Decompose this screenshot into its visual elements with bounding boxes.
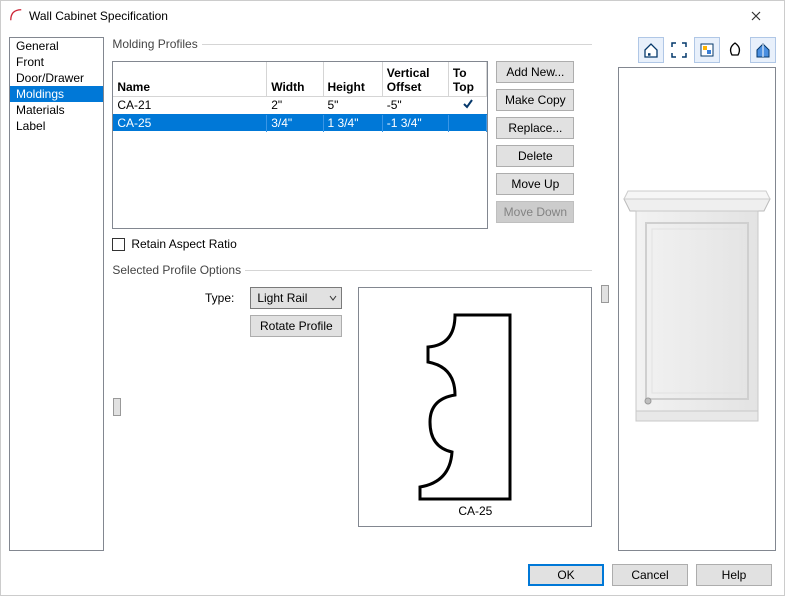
sidebar-item-materials[interactable]: Materials <box>10 102 103 118</box>
make-copy-button[interactable]: Make Copy <box>496 89 574 111</box>
type-label: Type: <box>205 291 234 305</box>
table-row[interactable]: CA-25 3/4" 1 3/4" -1 3/4" <box>113 114 487 131</box>
add-new-button[interactable]: Add New... <box>496 61 574 83</box>
sidebar-item-general[interactable]: General <box>10 38 103 54</box>
help-button[interactable]: Help <box>696 564 772 586</box>
selected-profile-legend: Selected Profile Options <box>112 263 245 277</box>
cancel-button[interactable]: Cancel <box>612 564 688 586</box>
replace-button[interactable]: Replace... <box>496 117 574 139</box>
sidebar-item-moldings[interactable]: Moldings <box>10 86 103 102</box>
profile-shape-icon <box>380 307 570 507</box>
col-totop[interactable]: To Top <box>448 62 487 96</box>
view-color-icon[interactable] <box>694 37 720 63</box>
sidebar-item-door-drawer[interactable]: Door/Drawer <box>10 70 103 86</box>
move-down-button: Move Down <box>496 201 574 223</box>
col-name[interactable]: Name <box>113 62 266 96</box>
sidebar-item-label[interactable]: Label <box>10 118 103 134</box>
window-title: Wall Cabinet Specification <box>29 9 168 23</box>
preview-toolbar <box>618 37 776 63</box>
rotate-profile-button[interactable]: Rotate Profile <box>250 315 342 337</box>
molding-profiles-group: Molding Profiles Name Width Height Verti… <box>112 37 592 263</box>
left-slider[interactable] <box>112 287 122 527</box>
view-fullextent-icon[interactable] <box>666 37 692 63</box>
view-standard-icon[interactable] <box>638 37 664 63</box>
molding-profiles-legend: Molding Profiles <box>112 37 201 51</box>
cabinet-3d-preview[interactable] <box>618 67 776 551</box>
profile-preview: CA-25 <box>358 287 592 527</box>
check-icon <box>448 96 487 114</box>
selected-profile-options-group: Selected Profile Options Type: Light Rai… <box>112 263 592 533</box>
profile-preview-label: CA-25 <box>458 504 492 518</box>
right-slider[interactable] <box>600 285 610 303</box>
move-up-button[interactable]: Move Up <box>496 173 574 195</box>
delete-button[interactable]: Delete <box>496 145 574 167</box>
col-voffset[interactable]: Vertical Offset <box>382 62 448 96</box>
view-plan-icon[interactable] <box>750 37 776 63</box>
profiles-table[interactable]: Name Width Height Vertical Offset To Top… <box>112 61 488 229</box>
ok-button[interactable]: OK <box>528 564 604 586</box>
checkbox-icon <box>112 238 125 251</box>
view-glass-icon[interactable] <box>722 37 748 63</box>
sidebar-item-front[interactable]: Front <box>10 54 103 70</box>
col-height[interactable]: Height <box>323 62 382 96</box>
close-button[interactable] <box>736 1 776 31</box>
table-row[interactable]: CA-21 2" 5" -5" <box>113 96 487 114</box>
type-dropdown[interactable]: Light Rail <box>250 287 342 309</box>
title-bar: Wall Cabinet Specification <box>1 1 784 31</box>
chevron-down-icon <box>329 294 337 302</box>
retain-aspect-checkbox[interactable]: Retain Aspect Ratio <box>112 237 592 251</box>
col-width[interactable]: Width <box>267 62 323 96</box>
category-list: General Front Door/Drawer Moldings Mater… <box>9 37 104 551</box>
retain-aspect-label: Retain Aspect Ratio <box>131 237 236 251</box>
app-icon <box>9 8 23 25</box>
dialog-footer: OK Cancel Help <box>1 555 784 595</box>
type-value: Light Rail <box>257 291 307 305</box>
